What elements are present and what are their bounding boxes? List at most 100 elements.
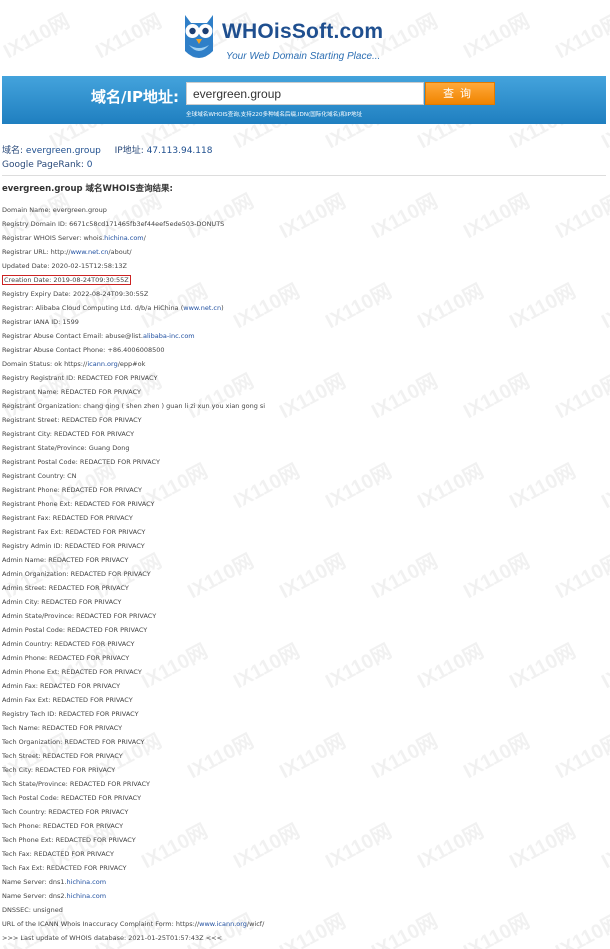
owl-logo-icon [185, 15, 213, 58]
whois-record-row: Registrant State/Province: Guang Dong [2, 441, 602, 455]
record-text: Name Server: dns2. [2, 892, 67, 900]
whois-record-row: Tech Name: REDACTED FOR PRIVACY [2, 721, 602, 735]
record-text: Admin Country: REDACTED FOR PRIVACY [2, 640, 135, 648]
record-link[interactable]: hichina.com [104, 234, 143, 242]
whois-record-row: Registrar IANA ID: 1599 [2, 315, 602, 329]
whois-record-row: Registrant Fax: REDACTED FOR PRIVACY [2, 511, 602, 525]
record-text: Registrar URL: http:// [2, 248, 71, 256]
search-note: 全球域名WHOIS查询,支持220多种域名后缀,IDN(国际化域名)和IP地址 [186, 112, 363, 118]
site-header: WHOisSoft.com Your Web Domain Starting P… [0, 0, 610, 76]
record-text: Domain Name: evergreen.group [2, 206, 107, 214]
whois-record-row: >>> Last update of WHOIS database: 2021-… [2, 931, 602, 945]
record-text: Admin Name: REDACTED FOR PRIVACY [2, 556, 129, 564]
domain-label: 域名: [2, 146, 24, 156]
whois-record-row: Registry Expiry Date: 2022-08-24T09:30:5… [2, 287, 602, 301]
record-link[interactable]: alibaba-inc.com [143, 332, 195, 340]
record-text: Updated Date: 2020-02-15T12:58:13Z [2, 262, 127, 270]
record-text: Registrar IANA ID: 1599 [2, 318, 79, 326]
ip-value[interactable]: 47.113.94.118 [147, 146, 213, 156]
record-text: Tech City: REDACTED FOR PRIVACY [2, 766, 116, 774]
ip-label: IP地址: [114, 146, 144, 156]
record-link[interactable]: www.icann.org [199, 920, 247, 928]
logo-text[interactable]: WHOisSoft.com [222, 20, 383, 44]
whois-record-row: Registry Domain ID: 6671c58cd171465fb3ef… [2, 217, 602, 231]
domain-value[interactable]: evergreen.group [26, 146, 101, 156]
record-text: Registrar: Alibaba Cloud Computing Ltd. … [2, 304, 184, 312]
domain-search-input[interactable] [186, 82, 424, 105]
record-text: URL of the ICANN Whois Inaccuracy Compla… [2, 920, 200, 928]
record-link[interactable]: icann.org [87, 360, 117, 368]
whois-record-row: Registrant Name: REDACTED FOR PRIVACY [2, 385, 602, 399]
whois-record-row: Admin Fax Ext: REDACTED FOR PRIVACY [2, 693, 602, 707]
whois-record-row: Tech Organization: REDACTED FOR PRIVACY [2, 735, 602, 749]
whois-record-row: Tech Street: REDACTED FOR PRIVACY [2, 749, 602, 763]
whois-record-row: Registrant Phone: REDACTED FOR PRIVACY [2, 483, 602, 497]
whois-record-row: Name Server: dns2.hichina.com [2, 889, 602, 903]
whois-record-row: Registrar Abuse Contact Email: abuse@lis… [2, 329, 602, 343]
whois-record-row: Admin State/Province: REDACTED FOR PRIVA… [2, 609, 602, 623]
record-text: Admin Fax: REDACTED FOR PRIVACY [2, 682, 121, 690]
record-text: Registrar Abuse Contact Email: abuse@lis… [2, 332, 144, 340]
record-text: Registry Tech ID: REDACTED FOR PRIVACY [2, 710, 139, 718]
whois-record-row: Admin Country: REDACTED FOR PRIVACY [2, 637, 602, 651]
record-text: Tech Phone Ext: REDACTED FOR PRIVACY [2, 836, 136, 844]
whois-record-row: Tech City: REDACTED FOR PRIVACY [2, 763, 602, 777]
record-text: Registrant Street: REDACTED FOR PRIVACY [2, 416, 142, 424]
record-text: Admin Phone: REDACTED FOR PRIVACY [2, 654, 130, 662]
query-button[interactable]: 查询 [425, 82, 495, 105]
pagerank-value: 0 [86, 160, 93, 170]
record-text: Registry Registrant ID: REDACTED FOR PRI… [2, 374, 158, 382]
pagerank-label: Google PageRank: [2, 160, 84, 170]
whois-record-row: DNSSEC: unsigned [2, 903, 602, 917]
whois-record-row: Registry Tech ID: REDACTED FOR PRIVACY [2, 707, 602, 721]
creation-date-row: Creation Date: 2019-08-24T09:30:55Z [2, 273, 602, 287]
whois-record-row: Registrar: Alibaba Cloud Computing Ltd. … [2, 301, 602, 315]
search-label: 域名/IP地址: [91, 88, 180, 106]
whois-record-row: Tech Phone: REDACTED FOR PRIVACY [2, 819, 602, 833]
record-tail: /epp#ok [117, 360, 146, 368]
whois-record-row: Tech Fax: REDACTED FOR PRIVACY [2, 847, 602, 861]
record-text: Tech Phone: REDACTED FOR PRIVACY [2, 822, 124, 830]
tagline: Your Web Domain Starting Place... [226, 51, 381, 62]
record-text: >>> Last update of WHOIS database: 2021-… [2, 934, 223, 942]
record-tail: /wicf/ [246, 920, 265, 928]
record-text: Tech Country: REDACTED FOR PRIVACY [2, 808, 129, 816]
whois-record-row: Tech Phone Ext: REDACTED FOR PRIVACY [2, 833, 602, 847]
record-text: Registrant Postal Code: REDACTED FOR PRI… [2, 458, 160, 466]
whois-record-row: Admin Name: REDACTED FOR PRIVACY [2, 553, 602, 567]
whois-record-row: Registrar WHOIS Server: whois.hichina.co… [2, 231, 602, 245]
record-text: Tech Fax: REDACTED FOR PRIVACY [2, 850, 114, 858]
record-text: Admin State/Province: REDACTED FOR PRIVA… [2, 612, 157, 620]
domain-summary: 域名: evergreen.group IP地址: 47.113.94.118 … [2, 144, 212, 172]
whois-record-row: Registrar Abuse Contact Phone: +86.40060… [2, 343, 602, 357]
record-text: Registry Expiry Date: 2022-08-24T09:30:5… [2, 290, 149, 298]
whois-record-row: Tech Country: REDACTED FOR PRIVACY [2, 805, 602, 819]
whois-record-row: URL of the ICANN Whois Inaccuracy Compla… [2, 917, 602, 931]
record-text: Registrant State/Province: Guang Dong [2, 444, 130, 452]
whois-record-row: Registrant Organization: chang qing ( sh… [2, 399, 602, 413]
whois-record-row: Admin Fax: REDACTED FOR PRIVACY [2, 679, 602, 693]
result-title: evergreen.group 域名WHOIS查询结果: [2, 184, 173, 194]
record-link[interactable]: www.net.cn [71, 248, 109, 256]
whois-record-row: Registrar URL: http://www.net.cn/about/ [2, 245, 602, 259]
record-tail: ) [221, 304, 224, 312]
whois-record-row: Name Server: dns1.hichina.com [2, 875, 602, 889]
record-link[interactable]: hichina.com [67, 878, 106, 886]
record-text: Tech Fax Ext: REDACTED FOR PRIVACY [2, 864, 127, 872]
record-text: Admin Street: REDACTED FOR PRIVACY [2, 584, 129, 592]
record-text: Registrant Fax Ext: REDACTED FOR PRIVACY [2, 528, 146, 536]
whois-record-row: Registry Admin ID: REDACTED FOR PRIVACY [2, 539, 602, 553]
record-text: Admin Postal Code: REDACTED FOR PRIVACY [2, 626, 148, 634]
record-tail: / [143, 234, 146, 242]
record-link[interactable]: www.net.cn [183, 304, 221, 312]
whois-record-row: Registrant City: REDACTED FOR PRIVACY [2, 427, 602, 441]
record-text: Registry Admin ID: REDACTED FOR PRIVACY [2, 542, 145, 550]
whois-record-row: Registrant Phone Ext: REDACTED FOR PRIVA… [2, 497, 602, 511]
highlight-box: Creation Date: 2019-08-24T09:30:55Z [2, 275, 131, 285]
record-text: Tech Postal Code: REDACTED FOR PRIVACY [2, 794, 142, 802]
record-text: Name Server: dns1. [2, 878, 67, 886]
whois-record-row: Admin Organization: REDACTED FOR PRIVACY [2, 567, 602, 581]
whois-record-row: Registrant Street: REDACTED FOR PRIVACY [2, 413, 602, 427]
record-text: Registrant Organization: chang qing ( sh… [2, 402, 266, 410]
record-link[interactable]: hichina.com [67, 892, 106, 900]
